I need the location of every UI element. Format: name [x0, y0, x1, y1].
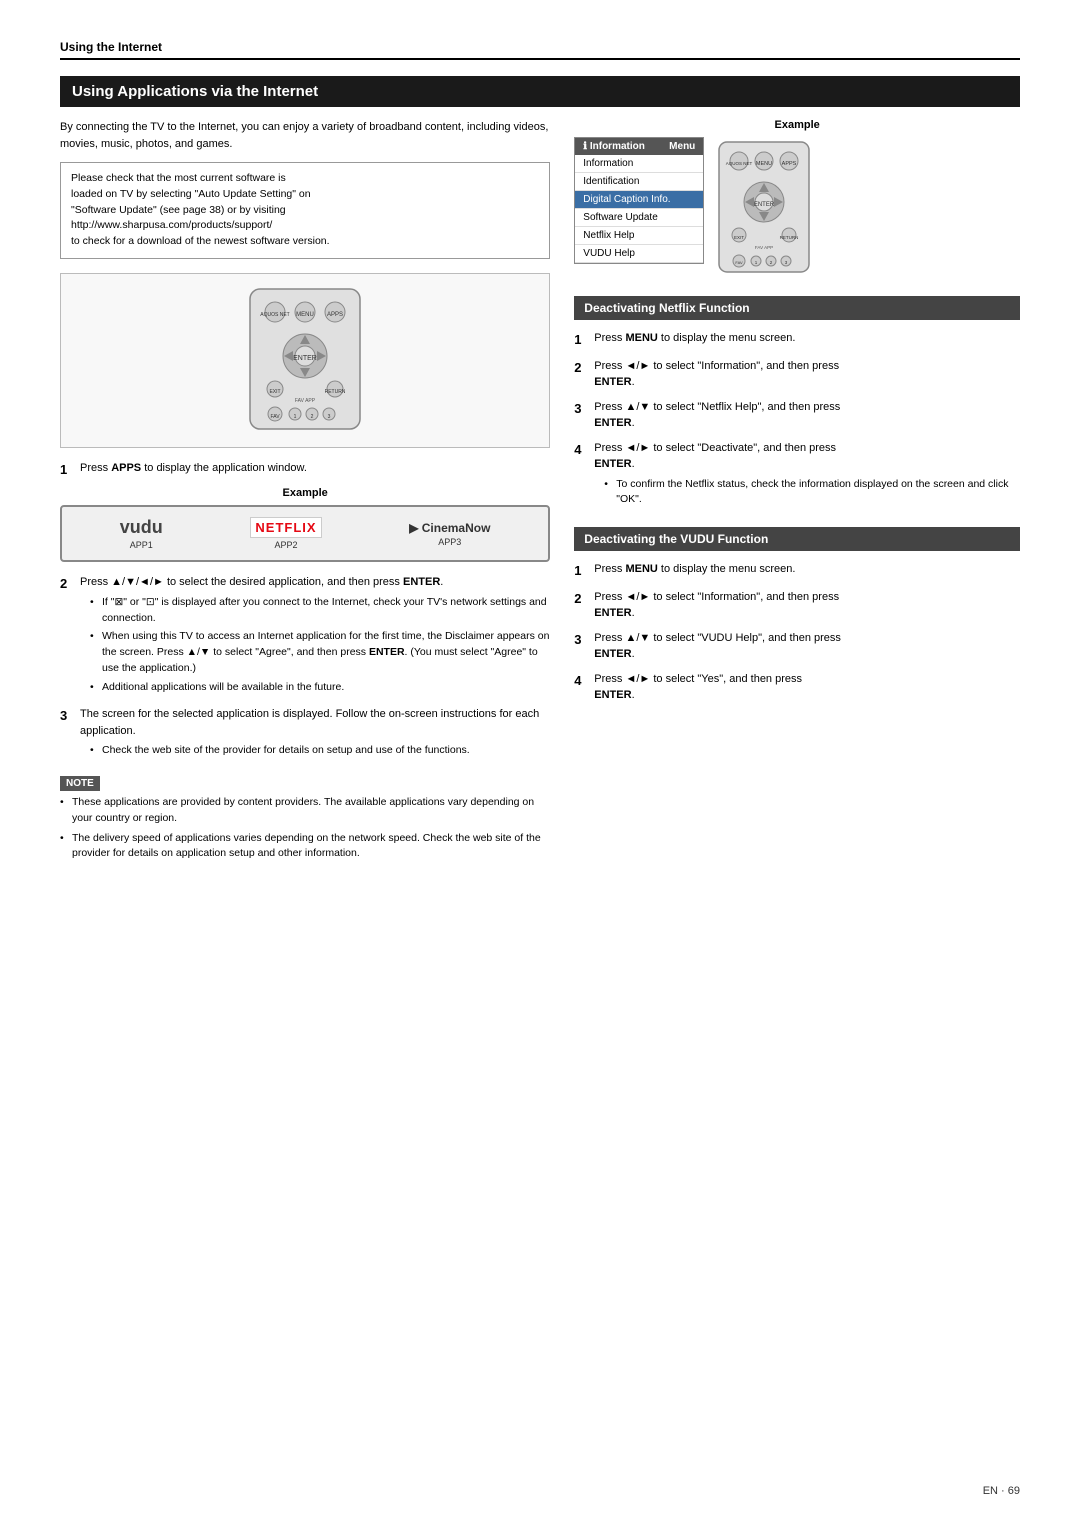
svg-text:APPS: APPS: [782, 161, 797, 167]
svg-text:RETURN: RETURN: [780, 235, 799, 240]
vudu-app-icon: vudu APP1: [120, 517, 163, 550]
svg-text:1: 1: [294, 414, 297, 420]
svg-text:3: 3: [328, 414, 331, 420]
svg-text:EXIT: EXIT: [270, 389, 281, 395]
menu-item-vudu-help: VUDU Help: [575, 245, 703, 263]
vudu-step-3: 3 Press ▲/▼ to select "VUDU Help", and t…: [574, 630, 1020, 663]
menu-header: ℹ Information Menu: [575, 138, 703, 155]
svg-text:2: 2: [311, 414, 314, 420]
remote-diagram-right: AQUOS NET MENU APPS ENTER EXIT: [714, 137, 814, 280]
note-section: NOTE These applications are provided by …: [60, 776, 550, 862]
example-label-apps: Example: [60, 487, 550, 499]
vudu-step-1: 1 Press MENU to display the menu screen.: [574, 561, 1020, 581]
vudu-step-2: 2 Press ◄/► to select "Information", and…: [574, 589, 1020, 622]
step-1-left: 1 Press APPS to display the application …: [60, 460, 550, 480]
svg-text:APPS: APPS: [327, 312, 343, 318]
main-title-box: Using Applications via the Internet: [60, 76, 1020, 107]
menu-item-digital-caption: Digital Caption Info.: [575, 191, 703, 209]
page-footer: EN · 69: [983, 1485, 1020, 1497]
step-3-left: 3 The screen for the selected applicatio…: [60, 706, 550, 762]
deactivate-vudu-heading: Deactivating the VUDU Function: [574, 527, 1020, 551]
deactivate-netflix-section: Deactivating Netflix Function 1 Press ME…: [574, 296, 1020, 511]
menu-example: ℹ Information Menu Information Identific…: [574, 137, 1020, 280]
netflix-step-1: 1 Press MENU to display the menu screen.: [574, 330, 1020, 350]
svg-text:EXIT: EXIT: [734, 235, 744, 240]
note-box: Please check that the most current softw…: [60, 162, 550, 259]
svg-text:FAV: FAV: [736, 260, 744, 265]
svg-text:FAV APP: FAV APP: [295, 398, 316, 404]
netflix-step-2: 2 Press ◄/► to select "Information", and…: [574, 358, 1020, 391]
app-example-box: vudu APP1 NETFLIX APP2 ▶ CinemaNow APP3: [60, 505, 550, 562]
svg-text:RETURN: RETURN: [325, 389, 346, 395]
svg-text:ENTER: ENTER: [293, 355, 317, 362]
svg-text:AQUOS NET: AQUOS NET: [726, 161, 753, 166]
menu-item-software-update: Software Update: [575, 209, 703, 227]
step-2-left: 2 Press ▲/▼/◄/► to select the desired ap…: [60, 574, 550, 698]
svg-text:FAV APP: FAV APP: [755, 245, 773, 250]
menu-item-information: Information: [575, 155, 703, 173]
vudu-step-4: 4 Press ◄/► to select "Yes", and then pr…: [574, 671, 1020, 704]
page-header: Using the Internet: [60, 40, 1020, 60]
cinemanow-app-icon: ▶ CinemaNow APP3: [409, 521, 490, 547]
svg-text:AQUOS NET: AQUOS NET: [260, 312, 289, 318]
page-header-title: Using the Internet: [60, 40, 162, 54]
menu-item-identification: Identification: [575, 173, 703, 191]
netflix-app-icon: NETFLIX APP2: [250, 517, 321, 550]
svg-text:MENU: MENU: [756, 161, 772, 167]
deactivate-netflix-heading: Deactivating Netflix Function: [574, 296, 1020, 320]
right-column: Example ℹ Information Menu Information I…: [574, 119, 1020, 866]
netflix-step-4: 4 Press ◄/► to select "Deactivate", and …: [574, 440, 1020, 512]
deactivate-vudu-section: Deactivating the VUDU Function 1 Press M…: [574, 527, 1020, 704]
remote-diagram-left: AQUOS NET MENU APPS ENTER EXIT RETURN: [60, 273, 550, 448]
svg-text:FAV: FAV: [271, 414, 281, 420]
menu-item-netflix-help: Netflix Help: [575, 227, 703, 245]
svg-text:ENTER: ENTER: [754, 202, 775, 208]
menu-list-box: ℹ Information Menu Information Identific…: [574, 137, 704, 264]
example-label-right: Example: [574, 119, 1020, 131]
netflix-step-3: 3 Press ▲/▼ to select "Netflix Help", an…: [574, 399, 1020, 432]
intro-text: By connecting the TV to the Internet, yo…: [60, 119, 550, 152]
left-column: By connecting the TV to the Internet, yo…: [60, 119, 550, 866]
example-right: Example ℹ Information Menu Information I…: [574, 119, 1020, 280]
svg-text:MENU: MENU: [296, 312, 314, 318]
